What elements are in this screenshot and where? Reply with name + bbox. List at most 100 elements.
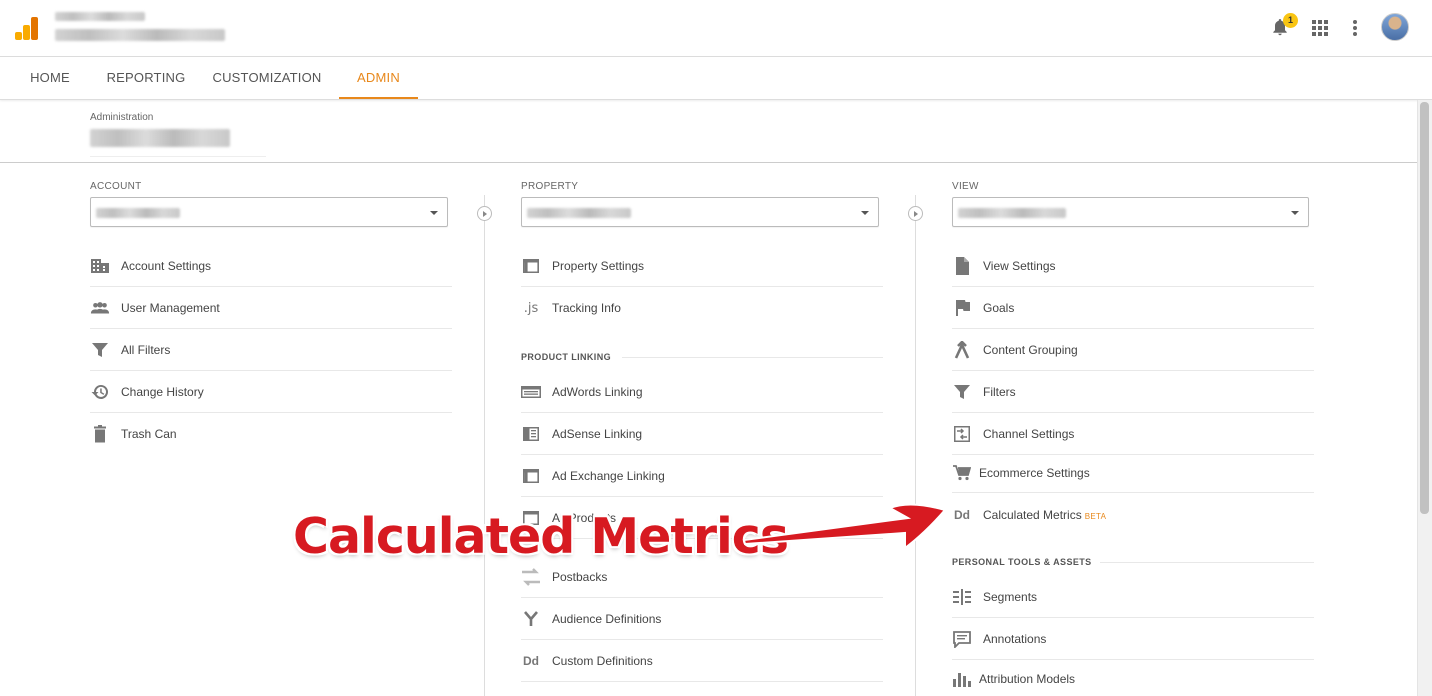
- attribution-models-label: Attribution Models: [979, 672, 1076, 686]
- account-column-header: ACCOUNT: [90, 181, 142, 192]
- postbacks-label: Postbacks: [552, 570, 608, 584]
- goals-label: Goals: [983, 301, 1015, 315]
- audience-definitions-item[interactable]: Audience Definitions: [521, 598, 883, 640]
- annotation-arrow-icon: [742, 503, 947, 551]
- all-filters-item[interactable]: All Filters: [90, 329, 452, 371]
- comment-icon: [952, 630, 972, 648]
- account-settings-item[interactable]: Account Settings: [90, 245, 452, 287]
- tab-home[interactable]: HOME: [18, 57, 82, 99]
- divider: [90, 156, 266, 157]
- filter-icon: [90, 341, 110, 359]
- column-connector-line: [915, 195, 916, 696]
- view-selector-value: [958, 208, 1066, 218]
- adwords-linking-label: AdWords Linking: [552, 385, 643, 399]
- content-grouping-label: Content Grouping: [983, 343, 1078, 357]
- audience-fork-icon: [521, 610, 541, 628]
- view-settings-item[interactable]: View Settings: [952, 245, 1314, 287]
- audience-definitions-label: Audience Definitions: [552, 612, 662, 626]
- custom-definitions-label: Custom Definitions: [552, 654, 653, 668]
- property-selector-value: [527, 208, 631, 218]
- users-icon: [90, 299, 110, 317]
- property-settings-item[interactable]: Property Settings: [521, 245, 883, 287]
- annotations-item[interactable]: Annotations: [952, 618, 1314, 660]
- calculated-metrics-item[interactable]: Dd Calculated Metrics BETA: [952, 494, 1314, 536]
- goals-item[interactable]: Goals: [952, 287, 1314, 329]
- ad-exchange-linking-label: Ad Exchange Linking: [552, 469, 665, 483]
- administration-label: Administration: [90, 112, 154, 123]
- tab-admin[interactable]: ADMIN: [339, 57, 418, 99]
- view-filters-label: Filters: [983, 385, 1016, 399]
- column-connector-arrow-icon: [477, 206, 492, 221]
- document-icon: [952, 257, 972, 275]
- cart-icon: [952, 464, 972, 482]
- annotations-label: Annotations: [983, 632, 1047, 646]
- analytics-logo-icon[interactable]: [15, 16, 39, 40]
- user-management-item[interactable]: User Management: [90, 287, 452, 329]
- main-tabs: HOME REPORTING CUSTOMIZATION ADMIN: [0, 57, 1432, 100]
- apps-grid-icon[interactable]: [1312, 20, 1328, 36]
- change-history-item[interactable]: Change History: [90, 371, 452, 413]
- segments-icon: [952, 588, 972, 606]
- channel-settings-item[interactable]: Channel Settings: [952, 413, 1314, 455]
- tab-customization[interactable]: CUSTOMIZATION: [204, 57, 330, 99]
- all-filters-label: All Filters: [121, 343, 171, 357]
- trash-can-item[interactable]: Trash Can: [90, 413, 452, 455]
- ecommerce-settings-label: Ecommerce Settings: [979, 466, 1090, 480]
- dd-calculated-metrics-icon: Dd: [954, 508, 970, 522]
- account-settings-label: Account Settings: [121, 259, 212, 273]
- content-grouping-icon: [952, 341, 972, 359]
- bar-chart-icon: [952, 670, 972, 688]
- filter-icon: [952, 383, 972, 401]
- section-divider: [1100, 562, 1314, 563]
- change-history-label: Change History: [121, 385, 204, 399]
- trash-icon: [90, 425, 110, 443]
- view-selector[interactable]: [952, 197, 1309, 227]
- trash-can-label: Trash Can: [121, 427, 177, 441]
- dropdown-caret-icon: [430, 211, 438, 215]
- view-filters-item[interactable]: Filters: [952, 371, 1314, 413]
- beta-badge: BETA: [1084, 512, 1107, 521]
- top-bar: 1: [0, 0, 1432, 57]
- ad-exchange-icon: [521, 467, 541, 485]
- user-management-label: User Management: [121, 301, 220, 315]
- analytics-admin-page: 1 HOME REPORTING CUSTOMIZATION ADMIN Adm…: [0, 0, 1432, 696]
- postbacks-swap-icon: [521, 568, 541, 586]
- js-code-icon: .js: [523, 300, 539, 316]
- dropdown-caret-icon: [1291, 211, 1299, 215]
- annotation-callout-text: Calculated Metrics: [293, 508, 789, 565]
- calculated-metrics-label: Calculated Metrics BETA: [983, 508, 1106, 522]
- property-view-name-redacted[interactable]: [55, 29, 225, 41]
- more-options-icon[interactable]: [1353, 20, 1357, 36]
- dd-definitions-icon: Dd: [523, 654, 539, 668]
- notification-count-badge[interactable]: 1: [1283, 13, 1298, 28]
- property-settings-label: Property Settings: [552, 259, 645, 273]
- view-settings-label: View Settings: [983, 259, 1056, 273]
- adwords-icon: [521, 383, 541, 401]
- header-divider: [0, 162, 1417, 163]
- adwords-linking-item[interactable]: AdWords Linking: [521, 371, 883, 413]
- personal-tools-section-title: PERSONAL TOOLS & ASSETS: [952, 557, 1092, 567]
- account-title-redacted: [90, 129, 230, 147]
- ecommerce-settings-item[interactable]: Ecommerce Settings: [952, 455, 1314, 493]
- section-divider: [622, 357, 883, 358]
- adsense-icon: [521, 425, 541, 443]
- adsense-linking-item[interactable]: AdSense Linking: [521, 413, 883, 455]
- property-selector[interactable]: [521, 197, 879, 227]
- content-grouping-item[interactable]: Content Grouping: [952, 329, 1314, 371]
- column-connector-arrow-icon: [908, 206, 923, 221]
- account-name-redacted[interactable]: [55, 12, 145, 21]
- attribution-models-item[interactable]: Attribution Models: [952, 660, 1314, 696]
- tracking-info-label: Tracking Info: [552, 301, 621, 315]
- segments-item[interactable]: Segments: [952, 576, 1314, 618]
- property-column-header: PROPERTY: [521, 181, 579, 192]
- tab-reporting[interactable]: REPORTING: [98, 57, 194, 99]
- account-selector[interactable]: [90, 197, 448, 227]
- scrollbar-thumb[interactable]: [1420, 102, 1429, 514]
- custom-definitions-item[interactable]: Dd Custom Definitions: [521, 640, 883, 682]
- adsense-linking-label: AdSense Linking: [552, 427, 643, 441]
- tracking-info-item[interactable]: .js Tracking Info: [521, 287, 883, 329]
- dropdown-caret-icon: [861, 211, 869, 215]
- user-avatar[interactable]: [1381, 13, 1409, 41]
- history-icon: [90, 383, 110, 401]
- column-connector-line: [484, 195, 485, 696]
